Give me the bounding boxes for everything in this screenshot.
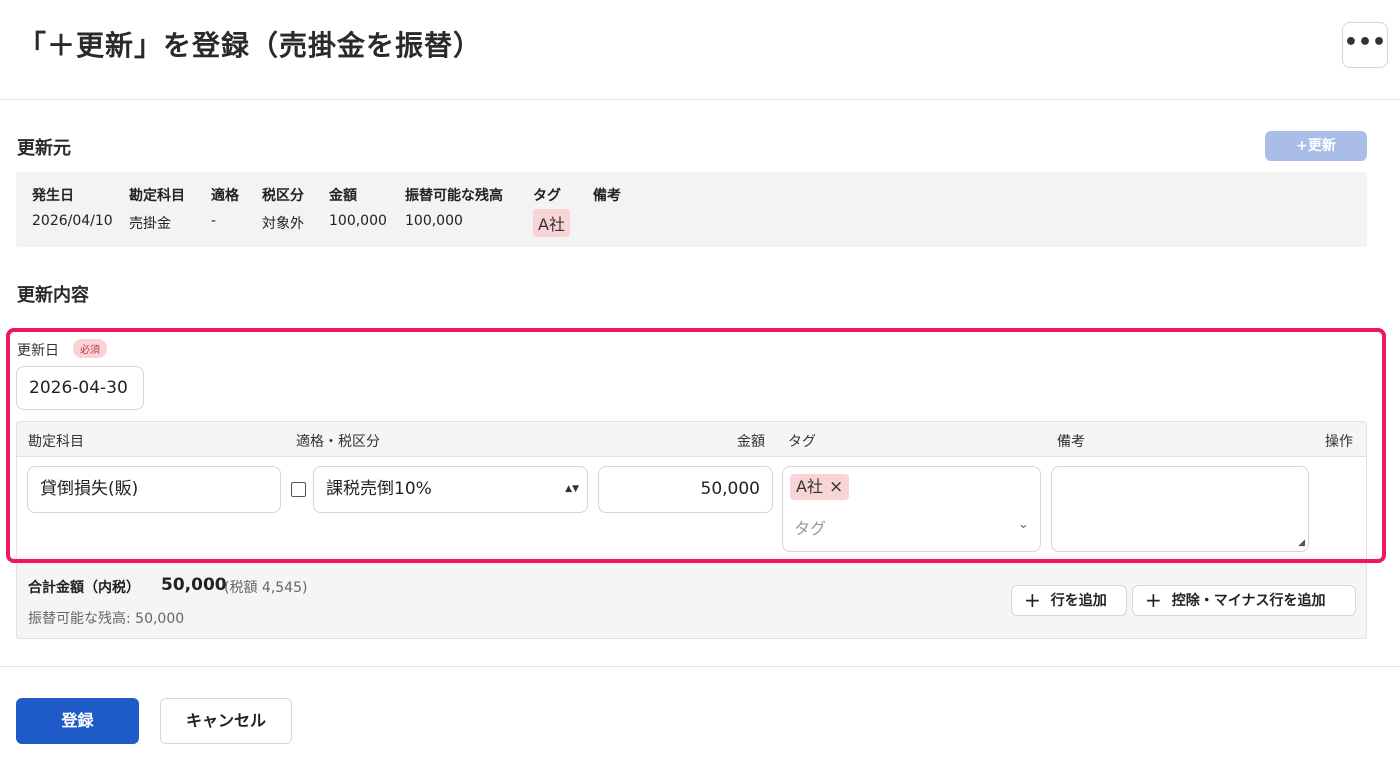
submit-button[interactable]: 登録: [16, 698, 139, 744]
source-date: 2026/04/10: [32, 213, 113, 229]
add-deduction-row-label: 控除・マイナス行を追加: [1171, 593, 1326, 609]
source-table: 発生日 勘定科目 適格 税区分 金額 振替可能な残高 タグ 備考 2026/04…: [16, 172, 1367, 247]
source-tag: A社: [533, 209, 570, 237]
highlight-outline: [6, 328, 1386, 563]
footer-divider: [0, 666, 1400, 667]
source-tax: 対象外: [262, 216, 304, 232]
source-col-note: 備考: [593, 188, 621, 204]
tag-chip: A社: [533, 209, 570, 237]
tax-amount-note: (税額 4,545): [224, 580, 308, 596]
source-col-tag: タグ: [533, 188, 561, 204]
source-amount: 100,000: [329, 213, 387, 229]
source-col-account: 勘定科目: [129, 188, 185, 204]
source-qualified: -: [211, 213, 217, 229]
add-row-button[interactable]: + 行を追加: [1011, 585, 1127, 616]
add-deduction-row-button[interactable]: + 控除・マイナス行を追加: [1132, 585, 1356, 616]
source-col-tax: 税区分: [262, 188, 304, 204]
source-section-title: 更新元: [17, 138, 71, 159]
source-col-date: 発生日: [32, 188, 74, 204]
plus-icon: +: [1024, 588, 1041, 612]
page-title: 「＋更新」を登録（売掛金を振替）: [18, 29, 483, 62]
source-col-amount: 金額: [329, 188, 357, 204]
plus-icon: +: [1145, 588, 1162, 612]
page-header: 「＋更新」を登録（売掛金を振替） •••: [0, 0, 1400, 100]
content-section-title: 更新内容: [17, 285, 89, 306]
add-row-label: 行を追加: [1050, 593, 1107, 609]
total-label: 合計金額（内税）: [28, 580, 140, 596]
total-amount: 50,000: [161, 575, 227, 595]
source-balance: 100,000: [405, 213, 463, 229]
remaining-balance: 振替可能な残高: 50,000: [28, 611, 185, 627]
source-col-qualified: 適格: [211, 188, 239, 204]
source-account: 売掛金: [129, 216, 171, 232]
plus-update-button[interactable]: +更新: [1265, 131, 1367, 161]
source-col-balance: 振替可能な残高: [405, 188, 503, 204]
more-options-button[interactable]: •••: [1342, 22, 1388, 68]
cancel-button[interactable]: キャンセル: [160, 698, 292, 744]
